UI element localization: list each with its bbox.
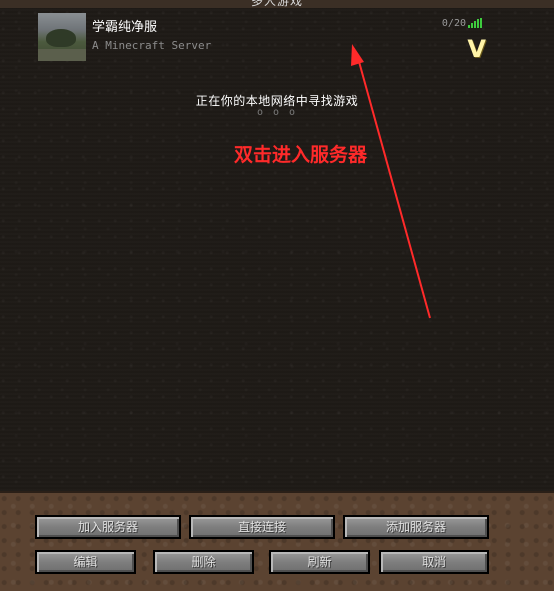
screen-title-strip: 多人游戏	[0, 0, 554, 8]
server-motd: A Minecraft Server	[92, 39, 212, 52]
cancel-button[interactable]: 取消	[379, 550, 489, 574]
add-server-button[interactable]: 添加服务器	[343, 515, 489, 539]
player-count: 0/20	[441, 18, 466, 29]
screen-title: 多人游戏	[250, 0, 303, 8]
server-name: 学霸纯净服	[92, 20, 158, 35]
server-landscape-icon	[38, 13, 86, 61]
refresh-button[interactable]: 刷新	[269, 550, 370, 574]
check-mark-annotation: V	[467, 35, 486, 63]
signal-bars-icon	[468, 18, 484, 28]
annotation-label: 双击进入服务器	[234, 144, 368, 166]
delete-button[interactable]: 删除	[153, 550, 254, 574]
direct-connect-button[interactable]: 直接连接	[189, 515, 335, 539]
server-list-entry[interactable]: 学霸纯净服 A Minecraft Server 0/20 V	[38, 13, 492, 65]
button-panel: 加入服务器 直接连接 添加服务器 编辑 删除 刷新 取消	[0, 491, 554, 591]
lan-search-spinner: o o o	[256, 107, 298, 118]
edit-button[interactable]: 编辑	[35, 550, 136, 574]
server-list[interactable]: 学霸纯净服 A Minecraft Server 0/20 V 正在你的本地网络…	[0, 8, 554, 491]
join-server-button[interactable]: 加入服务器	[35, 515, 181, 539]
